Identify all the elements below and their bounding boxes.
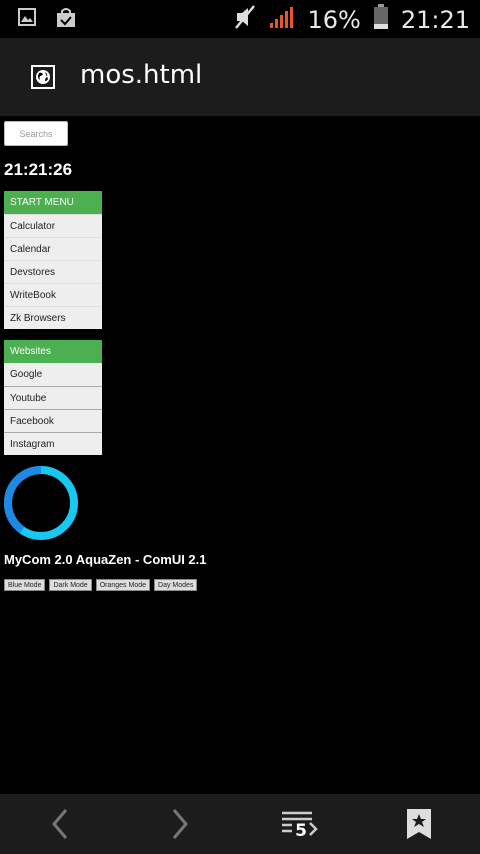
start-menu-item-writebook[interactable]: WriteBook [4, 283, 102, 306]
search-input[interactable] [4, 121, 68, 146]
tabs-count: 5 [295, 821, 307, 839]
browser-bottom-bar: 5 [0, 794, 480, 854]
page-title: mos.html [80, 60, 203, 90]
forward-arrow-icon [172, 809, 188, 839]
web-content: 21:21:26 START MENU Calculator Calendar … [0, 116, 480, 794]
start-menu-item-calculator[interactable]: Calculator [4, 214, 102, 237]
shopping-bag-check-icon [56, 8, 76, 33]
app-header: mos.html [0, 38, 480, 116]
websites-item-facebook[interactable]: Facebook [4, 409, 102, 432]
back-button[interactable] [30, 794, 90, 854]
start-menu-item-calendar[interactable]: Calendar [4, 237, 102, 260]
websites-menu: Websites Google Youtube Facebook Instagr… [4, 340, 102, 455]
battery-icon [373, 4, 389, 35]
tabs-icon: 5 [282, 811, 318, 839]
status-bar: 16% 21:21 [0, 0, 480, 38]
clock-display: 21:21:26 [4, 160, 73, 179]
brand-title: MyCom 2.0 AquaZen - ComUI 2.1 [4, 552, 207, 567]
signal-icon [269, 5, 295, 34]
image-notification-icon [18, 8, 36, 33]
bookmark-button[interactable] [389, 794, 449, 854]
tabs-button[interactable]: 5 [270, 794, 330, 854]
battery-percent: 16% [307, 5, 361, 34]
blue-mode-button[interactable]: Blue Mode [4, 579, 46, 591]
forward-button[interactable] [150, 794, 210, 854]
start-menu-item-zk-browsers[interactable]: Zk Browsers [4, 306, 102, 329]
status-time: 21:21 [400, 5, 470, 34]
globe-icon [31, 65, 55, 89]
start-menu-item-devstores[interactable]: Devstores [4, 260, 102, 283]
back-arrow-icon [52, 809, 68, 839]
start-menu: START MENU Calculator Calendar Devstores… [4, 191, 102, 329]
mute-icon [233, 4, 257, 35]
bookmark-icon [407, 809, 431, 839]
websites-menu-header[interactable]: Websites [4, 340, 102, 363]
loading-ring-icon [3, 466, 78, 540]
websites-item-youtube[interactable]: Youtube [4, 386, 102, 409]
websites-item-google[interactable]: Google [4, 363, 102, 386]
day-modes-button[interactable]: Day Modes [154, 579, 198, 591]
oranges-mode-button[interactable]: Oranges Mode [95, 579, 151, 591]
theme-mode-buttons: Blue Mode Dark Mode Oranges Mode Day Mod… [4, 579, 198, 591]
start-menu-header[interactable]: START MENU [4, 191, 102, 214]
websites-item-instagram[interactable]: Instagram [4, 432, 102, 455]
dark-mode-button[interactable]: Dark Mode [49, 579, 92, 591]
